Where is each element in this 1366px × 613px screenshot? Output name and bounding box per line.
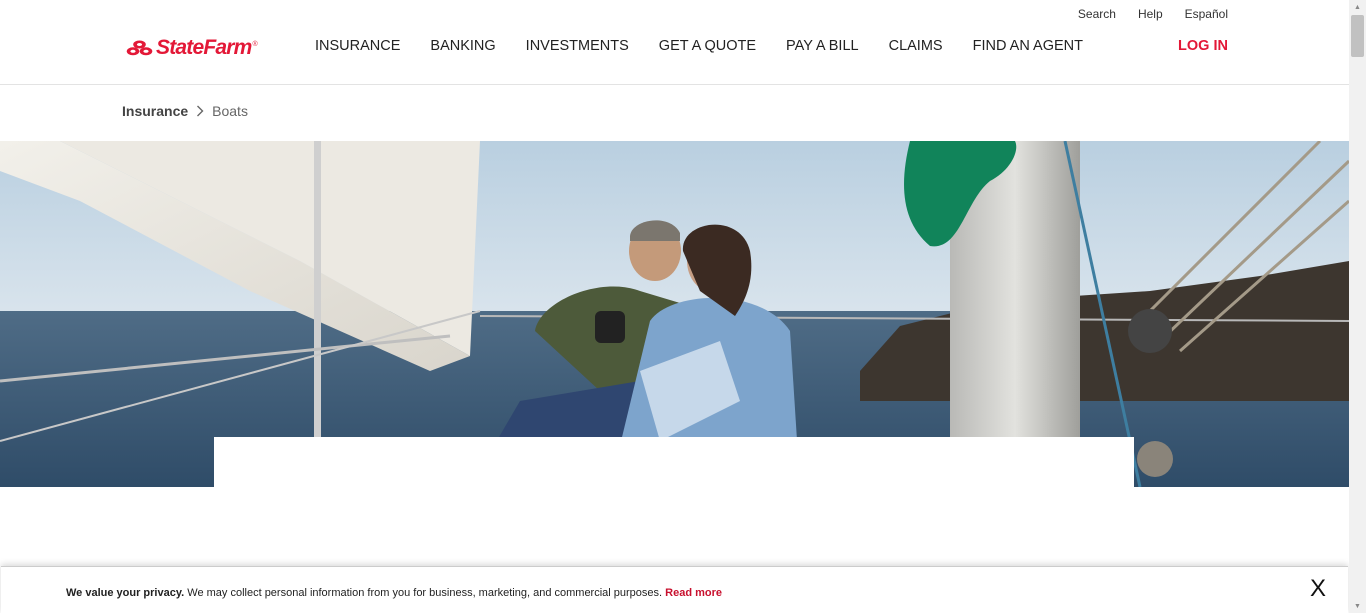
chevron-right-icon (196, 105, 204, 117)
main-nav: INSURANCE BANKING INVESTMENTS GET A QUOT… (315, 38, 1083, 54)
nav-investments[interactable]: INVESTMENTS (526, 38, 629, 54)
page: Search Help Español StateFarm ® INSURANC… (0, 0, 1349, 613)
nav-get-a-quote[interactable]: GET A QUOTE (659, 38, 756, 54)
sailboat-couple-photo (0, 141, 1349, 487)
nav-pay-a-bill[interactable]: PAY A BILL (786, 38, 859, 54)
breadcrumb-insurance[interactable]: Insurance (122, 103, 188, 119)
nav-banking[interactable]: BANKING (430, 38, 495, 54)
scrollbar-thumb[interactable] (1351, 15, 1364, 57)
espanol-link[interactable]: Español (1185, 7, 1228, 21)
logo-wordmark: StateFarm (156, 36, 252, 59)
vertical-scrollbar[interactable]: ▲ ▼ (1349, 0, 1366, 613)
nav-find-an-agent[interactable]: FIND AN AGENT (973, 38, 1083, 54)
breadcrumb-boats: Boats (212, 103, 248, 119)
hero-content-card (214, 437, 1134, 487)
privacy-message: We value your privacy. We may collect pe… (66, 587, 722, 599)
privacy-banner: We value your privacy. We may collect pe… (1, 566, 1348, 613)
statefarm-logo[interactable]: StateFarm ® (126, 36, 258, 60)
logo-registered-mark: ® (252, 40, 258, 48)
breadcrumb: Insurance Boats (122, 103, 248, 119)
privacy-lead: We value your privacy. (66, 587, 185, 599)
search-link[interactable]: Search (1078, 7, 1116, 21)
close-button[interactable]: X (1310, 575, 1326, 603)
read-more-link[interactable]: Read more (665, 587, 722, 599)
hero-image (0, 141, 1349, 487)
utility-nav: Search Help Español (1078, 7, 1228, 21)
login-link[interactable]: LOG IN (1178, 38, 1228, 54)
scroll-up-arrow-icon[interactable]: ▲ (1349, 0, 1366, 14)
scroll-down-arrow-icon[interactable]: ▼ (1349, 599, 1366, 613)
three-ovals-logo-icon (126, 40, 153, 56)
privacy-body: We may collect personal information from… (184, 587, 666, 599)
site-header: Search Help Español StateFarm ® INSURANC… (0, 0, 1349, 85)
help-link[interactable]: Help (1138, 7, 1163, 21)
nav-insurance[interactable]: INSURANCE (315, 38, 400, 54)
nav-claims[interactable]: CLAIMS (889, 38, 943, 54)
